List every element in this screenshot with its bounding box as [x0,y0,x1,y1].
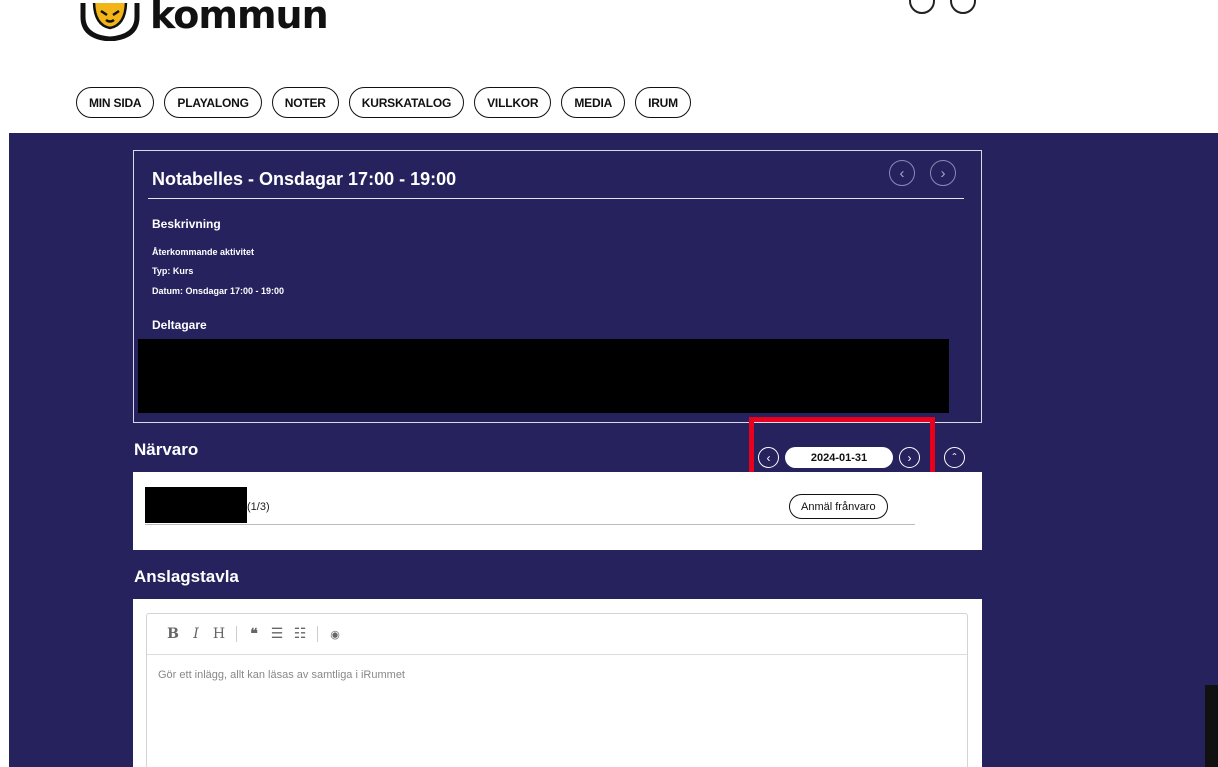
nav-noter[interactable]: NOTER [271,87,339,118]
title-divider [148,198,964,199]
main-content: Notabelles - Onsdagar 17:00 - 19:00 ‹ › … [9,133,1218,767]
nav-min-sida[interactable]: MIN SIDA [76,87,155,118]
account-icon[interactable] [909,0,935,14]
next-activity-button[interactable]: › [930,160,956,186]
type-label: Typ: Kurs [152,266,194,276]
preview-eye-icon[interactable]: ◉ [326,628,344,641]
attendance-count: (1/3) [247,501,270,513]
heading-button[interactable]: H [210,626,228,642]
description-heading: Beskrivning [152,217,221,231]
toolbar-divider [236,626,237,642]
site-header: kommun MIN SIDA PLAYALONG NOTER KURSKATA… [0,0,1218,133]
lion-logo-icon[interactable] [79,3,141,41]
participants-heading: Deltagare [152,318,207,332]
chevron-up-icon: ˆ [952,450,957,465]
nav-media[interactable]: MEDIA [561,87,626,118]
bullet-list-icon[interactable]: ☰ [268,626,286,642]
redacted-participants [138,339,949,413]
activity-info-card: Notabelles - Onsdagar 17:00 - 19:00 ‹ › … [133,150,982,423]
chevron-right-icon: › [940,164,946,182]
quote-icon[interactable]: ❝ [245,626,263,642]
toolbar-divider [317,626,318,642]
board-heading: Anslagstavla [134,567,239,586]
chevron-left-icon: ‹ [899,164,905,182]
nav-playalong[interactable]: PLAYALONG [164,87,262,118]
date-label: Datum: Onsdagar 17:00 - 19:00 [152,286,285,296]
nav-kurskatalog[interactable]: KURSKATALOG [348,87,465,118]
scrollbar[interactable] [1205,685,1218,767]
editor-toolbar: B I H ❝ ☰ ☷ ◉ [147,614,967,655]
post-input-placeholder[interactable]: Gör ett inlägg, allt kan läsas av samtli… [147,655,967,695]
recurring-label: Återkommande aktivitet [152,247,255,257]
logo-text[interactable]: kommun [150,0,329,34]
post-editor[interactable]: B I H ❝ ☰ ☷ ◉ Gör ett inlägg, allt kan l… [146,613,968,767]
report-absence-button[interactable]: Anmäl frånvaro [789,494,888,519]
attendance-heading: Närvaro [134,440,199,459]
attendance-row-divider [145,524,915,525]
numbered-list-icon[interactable]: ☷ [291,626,309,642]
collapse-attendance-button[interactable]: ˆ [944,447,965,468]
nav-villkor[interactable]: VILLKOR [474,87,552,118]
activity-title: Notabelles - Onsdagar 17:00 - 19:00 [152,169,457,189]
nav-irum[interactable]: IRUM [635,87,691,118]
prev-activity-button[interactable]: ‹ [889,160,915,186]
attendance-panel: (1/3) Anmäl frånvaro [133,472,982,550]
italic-button[interactable]: I [187,626,205,642]
board-panel: B I H ❝ ☰ ☷ ◉ Gör ett inlägg, allt kan l… [133,599,982,767]
redacted-member-name [145,487,247,523]
bold-button[interactable]: B [164,626,182,642]
menu-icon[interactable] [950,0,976,14]
main-nav: MIN SIDA PLAYALONG NOTER KURSKATALOG VIL… [76,87,691,118]
